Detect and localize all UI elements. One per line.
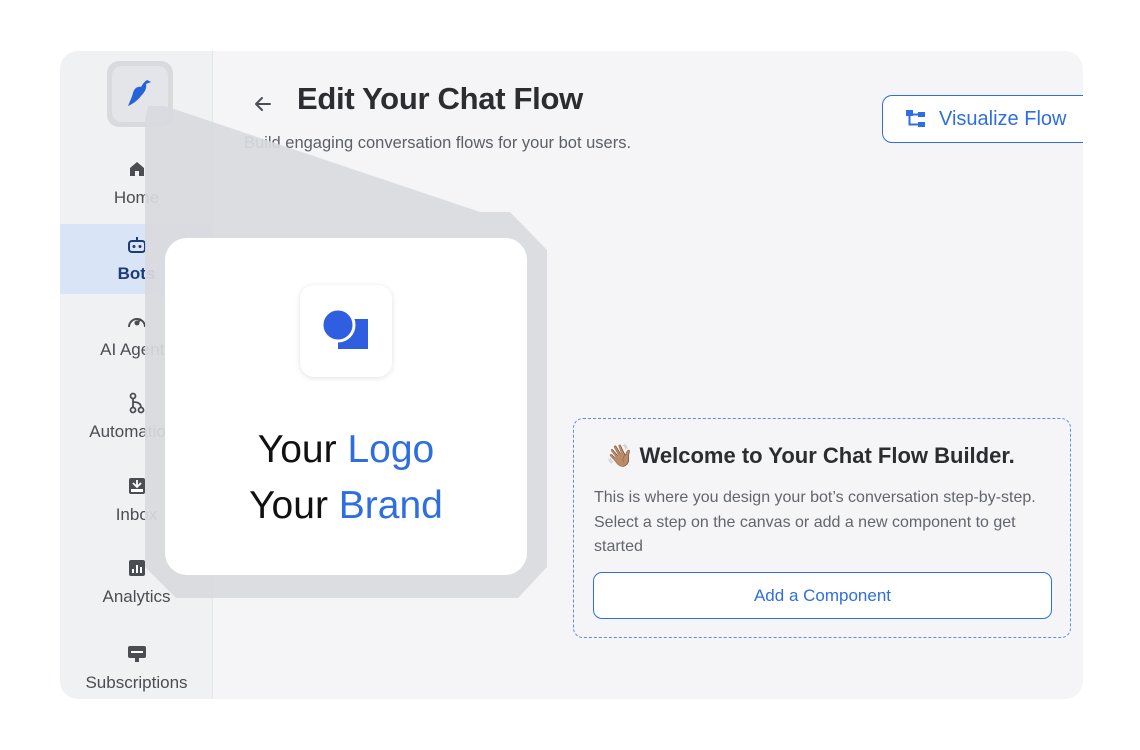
page-subtitle: Build engaging conversation flows for yo… [244, 134, 632, 152]
wave-emoji: 👋🏽 [606, 443, 634, 468]
brand-text: Your [249, 484, 328, 527]
analytics-icon [126, 557, 148, 579]
back-arrow-icon[interactable] [252, 93, 274, 115]
inbox-icon [126, 475, 148, 497]
page-title: Edit Your Chat Flow [297, 81, 583, 116]
welcome-title-text: Welcome to Your Chat Flow Builder. [639, 443, 1015, 468]
welcome-title: 👋🏽 Welcome to Your Chat Flow Builder. [606, 443, 1015, 469]
sidebar-item-label: Subscriptions [85, 673, 188, 692]
flowchart-icon [906, 110, 925, 127]
bird-logo-icon [128, 80, 151, 106]
brand-line-brand: Your Brand [165, 484, 527, 528]
logo-inner [112, 66, 168, 122]
brand-text-accent: Brand [338, 484, 443, 527]
brand-text-accent: Logo [347, 428, 435, 471]
brand-card: Your Logo Your Brand [165, 238, 527, 575]
visualize-flow-button[interactable]: Visualize Flow [882, 95, 1083, 143]
brand-text: Your [257, 428, 337, 471]
welcome-description: This is where you design your bot’s conv… [594, 489, 1036, 555]
ai-agent-icon [126, 310, 148, 332]
subscriptions-icon [126, 643, 148, 665]
welcome-panel: 👋🏽 Welcome to Your Chat Flow Builder. Th… [573, 418, 1071, 638]
sidebar-item-label: Home [113, 188, 160, 207]
brand-logo-box [300, 285, 392, 377]
visualize-flow-label: Visualize Flow [939, 107, 1067, 130]
sidebar-item-label: Bots [117, 264, 156, 283]
brand-line-logo: Your Logo [165, 428, 527, 472]
sidebar-item-label: Analytics [102, 587, 171, 606]
sidebar-item-home[interactable]: Home [60, 158, 213, 214]
add-component-button[interactable]: Add a Component [593, 572, 1052, 619]
app-logo[interactable] [107, 61, 173, 127]
automation-icon [126, 392, 148, 414]
bot-icon [126, 234, 148, 256]
brand-logo-icon [320, 307, 368, 349]
sidebar-item-subscriptions[interactable]: Subscriptions [60, 643, 213, 699]
sidebar-item-label: AI Agents [100, 340, 173, 359]
sidebar-item-label: Inbox [115, 505, 158, 524]
home-icon [126, 158, 148, 180]
